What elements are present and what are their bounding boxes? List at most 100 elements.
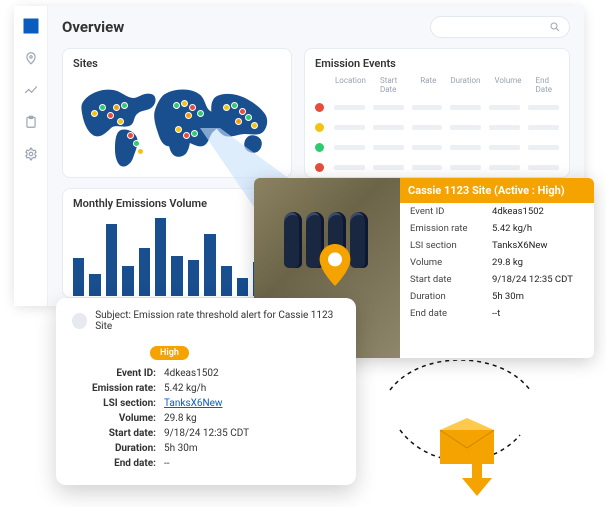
column-header: Duration [450,76,480,94]
chart-bar [106,224,117,296]
status-dot [315,143,324,152]
detail-key: End date [410,308,492,319]
site-dot[interactable] [185,112,192,119]
mail-row: Duration:5h 30m [72,441,340,456]
detail-value: 9/18/24 12:35 CDT [492,274,584,285]
chart-bar [221,266,232,296]
mail-key: Volume: [72,413,164,424]
mail-key: End date: [72,458,164,469]
event-row[interactable] [315,160,559,174]
site-dot[interactable] [223,104,230,111]
detail-value: 4dkeas1502 [492,206,584,217]
site-dot[interactable] [91,110,98,117]
mail-value: 9/18/24 12:35 CDT [164,428,249,439]
site-dot[interactable] [133,140,140,147]
site-dot[interactable] [99,104,106,111]
sites-card: Sites [62,48,292,178]
chart-bar [171,256,182,296]
site-dot[interactable] [183,132,190,139]
site-dot[interactable] [239,108,246,115]
site-dot[interactable] [235,118,242,125]
detail-key: Duration [410,291,492,302]
detail-row: Volume29.8 kg [400,254,594,271]
emissions-bar-chart [73,214,281,296]
mev-title: Monthly Emissions Volume [73,197,281,210]
event-row[interactable] [315,100,559,114]
events-columns: LocationStart DateRateDurationVolumeEnd … [315,74,559,100]
site-header: Cassie 1123 Site (Active : High) [400,178,594,203]
clipboard-icon[interactable] [23,114,39,130]
column-header: Start Date [380,76,406,94]
site-dot[interactable] [113,104,120,111]
chart-bar [237,278,248,296]
analytics-icon[interactable] [23,82,39,98]
site-dot[interactable] [231,102,238,109]
mail-key: Start date: [72,428,164,439]
chart-bar [204,234,215,296]
detail-key: Event ID [410,206,492,217]
site-detail-body: Cassie 1123 Site (Active : High) Event I… [400,178,594,358]
detail-value: 5.42 kg/h [492,223,584,234]
site-dot[interactable] [121,102,128,109]
mail-row: Volume:29.8 kg [72,411,340,426]
event-row[interactable] [315,120,559,134]
detail-value: 29.8 kg [492,257,584,268]
events-rows [315,100,559,174]
detail-row: LSI sectionTanksX6New [400,237,594,254]
site-dot[interactable] [251,122,258,129]
mail-value: -- [164,458,170,469]
detail-row: End date--t [400,305,594,322]
mail-row: LSI section:TanksX6New [72,396,340,411]
site-dot[interactable] [173,102,180,109]
detail-key: Emission rate [410,223,492,234]
detail-row: Duration5h 30m [400,288,594,305]
site-dot[interactable] [127,132,134,139]
map-pin-icon [318,244,352,290]
detail-row: Event ID4dkeas1502 [400,203,594,220]
site-dot[interactable] [107,112,114,119]
column-header: Location [335,76,366,94]
detail-value: 5h 30m [492,291,584,302]
mail-value: 29.8 kg [164,413,197,424]
grid-icon[interactable] [23,18,39,34]
detail-key: LSI section [410,240,492,251]
events-title: Emission Events [315,57,559,70]
site-dot[interactable] [137,148,144,155]
detail-value: --t [492,308,584,319]
email-alert-popup: Subject: Emission rate threshold alert f… [56,298,356,485]
column-header: End Date [536,76,559,94]
location-icon[interactable] [23,50,39,66]
site-dot[interactable] [175,126,182,133]
detail-row: Emission rate5.42 kg/h [400,220,594,237]
detail-row: Start date9/18/24 12:35 CDT [400,271,594,288]
event-row[interactable] [315,140,559,154]
mail-row: End date:-- [72,456,340,471]
sites-title: Sites [73,57,281,70]
column-header: Volume [494,76,521,94]
gear-icon[interactable] [23,146,39,162]
mail-row: Event ID:4dkeas1502 [72,366,340,381]
search-input[interactable] [430,16,570,38]
page-title: Overview [62,18,124,36]
chart-bar [155,218,166,296]
topbar: Overview [62,16,570,38]
mail-key: LSI section: [72,398,164,409]
site-dot[interactable] [181,100,188,107]
site-dot[interactable] [245,114,252,121]
chart-bar [89,274,100,296]
status-dot [315,123,324,132]
mail-key: Event ID: [72,368,164,379]
world-map[interactable] [73,74,281,174]
mail-header: Subject: Emission rate threshold alert f… [72,310,340,332]
mail-value[interactable]: TanksX6New [164,398,222,409]
avatar [72,313,87,329]
site-dot[interactable] [189,104,196,111]
site-dot[interactable] [191,130,198,137]
site-dot[interactable] [197,110,204,117]
search-icon [549,21,561,33]
site-dot[interactable] [117,118,124,125]
mail-key: Duration: [72,443,164,454]
mail-value: 5.42 kg/h [164,383,206,394]
detail-key: Start date [410,274,492,285]
detail-value: TanksX6New [492,240,584,251]
